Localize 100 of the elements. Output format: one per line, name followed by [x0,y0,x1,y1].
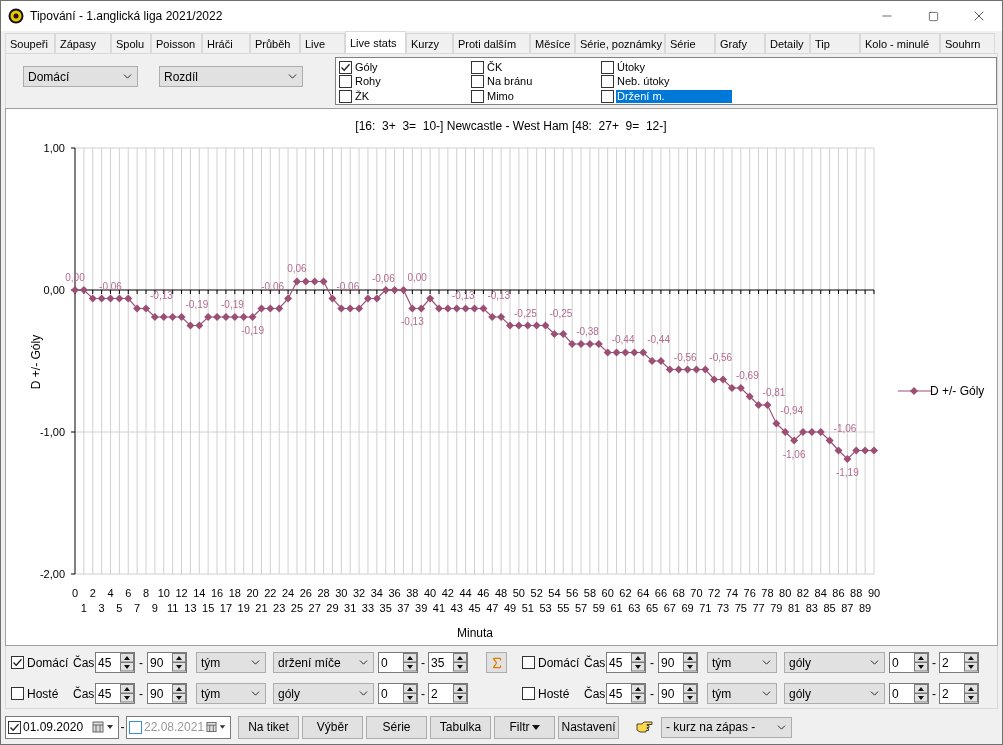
number-spinner[interactable]: 45 [95,652,135,673]
checkbox[interactable] [471,60,484,74]
stat-select[interactable]: góly [784,683,885,704]
toolbar-button[interactable]: Filtr [494,715,555,739]
option-label[interactable]: ČK [486,60,504,74]
spin-arrows-icon [120,653,134,672]
option-label[interactable]: Neb. útoky [616,75,671,89]
mode-select[interactable]: Rozdíl [159,66,303,87]
number-spinner[interactable]: 35 [428,652,468,673]
option-label[interactable]: Na bránu [486,75,534,89]
scope-select[interactable]: tým [707,683,777,704]
option-label[interactable]: Rohy [354,75,382,89]
option-label[interactable]: ŽK [354,89,371,103]
number-spinner[interactable]: 0 [889,683,929,704]
x-tick-label: 15 [202,602,215,614]
legend-label: D +/- Góly [930,384,985,398]
tab[interactable]: Hráči [202,33,250,53]
number-spinner[interactable]: 90 [147,652,187,673]
number-spinner[interactable]: 90 [147,683,187,704]
checkbox[interactable] [129,720,142,734]
checkbox[interactable] [601,75,614,89]
tab[interactable]: Série [665,33,715,53]
checkbox[interactable] [471,75,484,89]
tab[interactable]: Live stats [345,31,406,53]
x-tick-label: 42 [441,587,454,599]
data-point [470,304,479,313]
checkbox[interactable] [522,687,535,700]
data-point [106,294,115,303]
number-spinner[interactable]: 0 [378,683,418,704]
date-picker[interactable]: 01.09.2020 [5,715,119,739]
x-tick-label: 41 [432,602,446,614]
tab[interactable]: Průběh [250,33,300,53]
tab[interactable]: Soupeři [5,33,55,53]
scope-select[interactable]: tým [196,683,266,704]
data-point [577,339,586,348]
number-spinner[interactable]: 90 [658,683,698,704]
checkbox[interactable] [601,60,614,74]
scope-select[interactable]: tým [707,652,777,673]
checkbox[interactable] [339,89,352,103]
number-spinner[interactable]: 2 [428,683,468,704]
number-spinner[interactable]: 2 [939,683,979,704]
stat-select[interactable]: góly [784,652,885,673]
x-tick-label: 73 [716,602,730,614]
tab[interactable]: Live [300,33,345,53]
x-tick-label: 67 [663,602,676,614]
tab[interactable]: Zápasy [55,33,111,53]
x-tick-label: 69 [681,602,694,614]
tab[interactable]: Série, poznámky [575,33,665,53]
data-label: -0,44 [647,334,670,346]
option-label[interactable]: Góly [354,60,379,74]
checkbox[interactable] [601,89,614,103]
toolbar-button[interactable]: Nastavení [558,715,619,739]
checkbox[interactable] [339,60,352,74]
toolbar-button[interactable]: Výběr [302,715,363,739]
odds-select[interactable]: - kurz na zápas - [661,716,792,738]
spin-arrows-icon [172,653,186,672]
data-label: 0,06 [287,263,307,275]
checkbox[interactable] [471,89,484,103]
toolbar-button[interactable]: Na tiket [238,715,299,739]
toolbar-button[interactable]: Série [366,715,427,739]
x-tick-label: 90 [867,587,881,599]
number-spinner[interactable]: 2 [939,652,979,673]
number-spinner[interactable]: 45 [606,652,646,673]
spin-arrows-icon [914,684,928,703]
x-tick-label: 62 [619,587,632,599]
tab[interactable]: Kolo - minulé [860,33,940,53]
checkbox[interactable] [11,687,24,700]
tab[interactable]: Kurzy [406,33,453,53]
stat-select[interactable]: góly [273,683,374,704]
option-label[interactable]: Držení m. [616,89,732,103]
x-tick-label: 44 [459,587,472,599]
checkbox[interactable] [11,656,24,669]
scope-select[interactable]: tým [196,652,266,673]
tab[interactable]: Poisson [151,33,202,53]
tab[interactable]: Detaily [765,33,810,53]
tab[interactable]: Grafy [715,33,765,53]
data-point [275,304,284,313]
number-spinner[interactable]: 45 [606,683,646,704]
x-tick-label: 72 [708,587,721,599]
number-spinner[interactable]: 0 [378,652,418,673]
checkbox[interactable] [8,720,21,734]
tab[interactable]: Tip [810,33,860,53]
data-point [585,339,594,348]
option-label[interactable]: Mimo [486,89,515,103]
stat-select[interactable]: držení míče [273,652,374,673]
tab[interactable]: Proti dalším [453,33,530,53]
checkbox[interactable] [522,656,535,669]
tab[interactable]: Měsíce [530,33,575,53]
checkbox[interactable] [339,75,352,89]
tab[interactable]: Souhrn [940,33,995,53]
team-select[interactable]: Domácí [23,66,138,87]
y-tick-label: 1,00 [43,142,65,154]
tab[interactable]: Spolu [111,33,151,53]
x-tick-label: 23 [273,602,286,614]
x-tick-label: 37 [397,602,410,614]
number-spinner[interactable]: 45 [95,683,135,704]
number-spinner[interactable]: 90 [658,652,698,673]
number-spinner[interactable]: 0 [889,652,929,673]
option-label[interactable]: Útoky [616,60,647,74]
toolbar-button[interactable]: Tabulka [430,715,491,739]
